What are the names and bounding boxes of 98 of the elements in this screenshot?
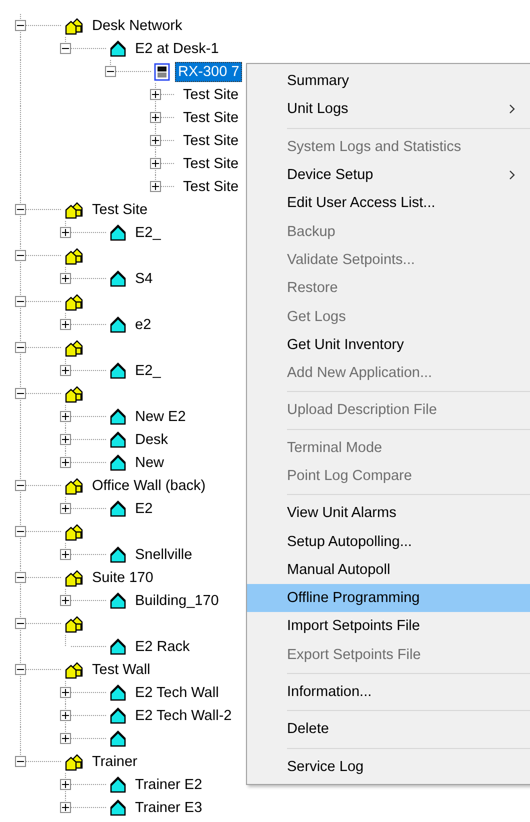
expander-toggle[interactable]	[60, 273, 71, 284]
menu-item[interactable]: Delete	[247, 715, 530, 744]
house-icon	[109, 40, 127, 58]
expander-toggle[interactable]	[60, 365, 71, 376]
house-icon	[109, 316, 127, 334]
buildings-icon	[64, 200, 84, 218]
house-icon	[109, 798, 127, 816]
menu-item[interactable]: View Unit Alarms	[247, 499, 530, 528]
house-icon	[109, 270, 127, 288]
house-icon	[109, 684, 127, 702]
buildings-icon	[64, 568, 84, 586]
tree-item[interactable]: Test Site	[180, 108, 242, 128]
expander-toggle[interactable]	[60, 687, 71, 698]
expander-toggle[interactable]	[15, 664, 26, 675]
expander-toggle[interactable]	[60, 319, 71, 330]
tree-item[interactable]: Test Site	[180, 154, 242, 174]
menu-item[interactable]: Unit Logs	[247, 95, 530, 124]
expander-toggle[interactable]	[15, 480, 26, 491]
menu-item[interactable]: Summary	[247, 67, 530, 96]
house-icon	[109, 706, 127, 724]
menu-item[interactable]: Import Setpoints File	[247, 612, 530, 641]
tree-item[interactable]: E2 Tech Wall-2	[132, 706, 235, 726]
expander-toggle[interactable]	[60, 802, 71, 813]
expander-toggle[interactable]	[15, 20, 26, 31]
house-icon	[109, 454, 127, 472]
house-icon	[109, 500, 127, 518]
tree-item[interactable]: Trainer	[89, 752, 140, 772]
expander-toggle[interactable]	[15, 250, 26, 261]
tree-item[interactable]: New E2	[132, 406, 189, 426]
tree-item[interactable]: Suite 170	[89, 568, 156, 588]
expander-toggle[interactable]	[105, 66, 116, 77]
tree-item[interactable]: Trainer E2	[132, 774, 206, 794]
expander-toggle[interactable]	[60, 779, 71, 790]
buildings-icon	[64, 476, 84, 494]
expander-toggle[interactable]	[60, 227, 71, 238]
tree-item[interactable]: Trainer E3	[132, 798, 206, 818]
expander-toggle[interactable]	[60, 549, 71, 560]
expander-toggle[interactable]	[150, 89, 161, 100]
tree-item[interactable]: E2 Rack	[132, 636, 193, 656]
tree-item[interactable]: Snellville	[132, 544, 196, 564]
tree-item[interactable]: Test Site	[180, 176, 242, 196]
expander-toggle[interactable]	[15, 296, 26, 307]
menu-item[interactable]: Get Unit Inventory	[247, 330, 530, 359]
menu-item[interactable]: Manual Autopoll	[247, 556, 530, 584]
expander-toggle[interactable]	[60, 434, 71, 445]
expander-toggle[interactable]	[15, 618, 26, 629]
expander-toggle[interactable]	[150, 181, 161, 192]
controller-icon	[154, 62, 170, 80]
house-icon	[109, 362, 127, 380]
expander-toggle[interactable]	[150, 112, 161, 123]
expander-toggle[interactable]	[150, 158, 161, 169]
tree-item[interactable]: RX-300 7	[175, 62, 242, 82]
expander-toggle[interactable]	[15, 342, 26, 353]
expander-toggle[interactable]	[15, 526, 26, 537]
menu-item[interactable]: Device Setup	[247, 160, 530, 190]
menu-item[interactable]: Offline Programming	[247, 584, 530, 612]
tree-item[interactable]: Desk	[132, 430, 172, 450]
tree-item[interactable]: Test Site	[180, 130, 242, 150]
tree-item[interactable]: S4	[132, 268, 156, 288]
menu-item[interactable]: Information...	[247, 678, 530, 706]
house-icon	[109, 430, 127, 448]
menu-item[interactable]: Setup Autopolling...	[247, 527, 530, 556]
expander-toggle[interactable]	[60, 733, 71, 744]
house-icon	[109, 546, 127, 564]
tree-item[interactable]: e2	[132, 314, 154, 334]
tree-item[interactable]: Test Site	[180, 84, 242, 104]
menu-item[interactable]: Edit User Access List...	[247, 189, 530, 218]
tree-item[interactable]: E2_	[132, 222, 164, 242]
tree-item[interactable]: E2_	[132, 360, 164, 380]
buildings-icon	[64, 16, 84, 34]
menu-item[interactable]: Service Log	[247, 752, 530, 781]
expander-toggle[interactable]	[60, 710, 71, 721]
house-icon	[109, 408, 127, 426]
tree-item[interactable]: E2 at Desk-1	[132, 38, 222, 58]
house-icon	[109, 776, 127, 794]
buildings-icon	[64, 660, 84, 678]
expander-toggle[interactable]	[15, 572, 26, 583]
expander-toggle[interactable]	[60, 595, 71, 606]
tree-item[interactable]: Building_170	[132, 590, 222, 610]
tree-item[interactable]: Office Wall (back)	[89, 476, 209, 496]
expander-toggle[interactable]	[15, 204, 26, 215]
house-icon	[109, 224, 127, 242]
expander-toggle[interactable]	[60, 411, 71, 422]
expander-toggle[interactable]	[150, 135, 161, 146]
tree-item[interactable]: New	[132, 452, 168, 472]
expander-toggle[interactable]	[60, 457, 71, 468]
tree-item[interactable]: Desk Network	[89, 16, 186, 36]
house-icon	[109, 592, 127, 610]
expander-toggle[interactable]	[15, 388, 26, 399]
tree-item[interactable]: E2	[132, 498, 156, 518]
buildings-icon	[64, 752, 84, 770]
expander-toggle[interactable]	[60, 503, 71, 514]
tree-item[interactable]: E2 Tech Wall	[132, 682, 222, 702]
expander-toggle[interactable]	[15, 756, 26, 767]
tree-item[interactable]: Test Site	[89, 200, 151, 220]
tree-item[interactable]: Test Wall	[89, 660, 154, 680]
house-icon	[109, 638, 127, 656]
expander-toggle[interactable]	[60, 43, 71, 54]
